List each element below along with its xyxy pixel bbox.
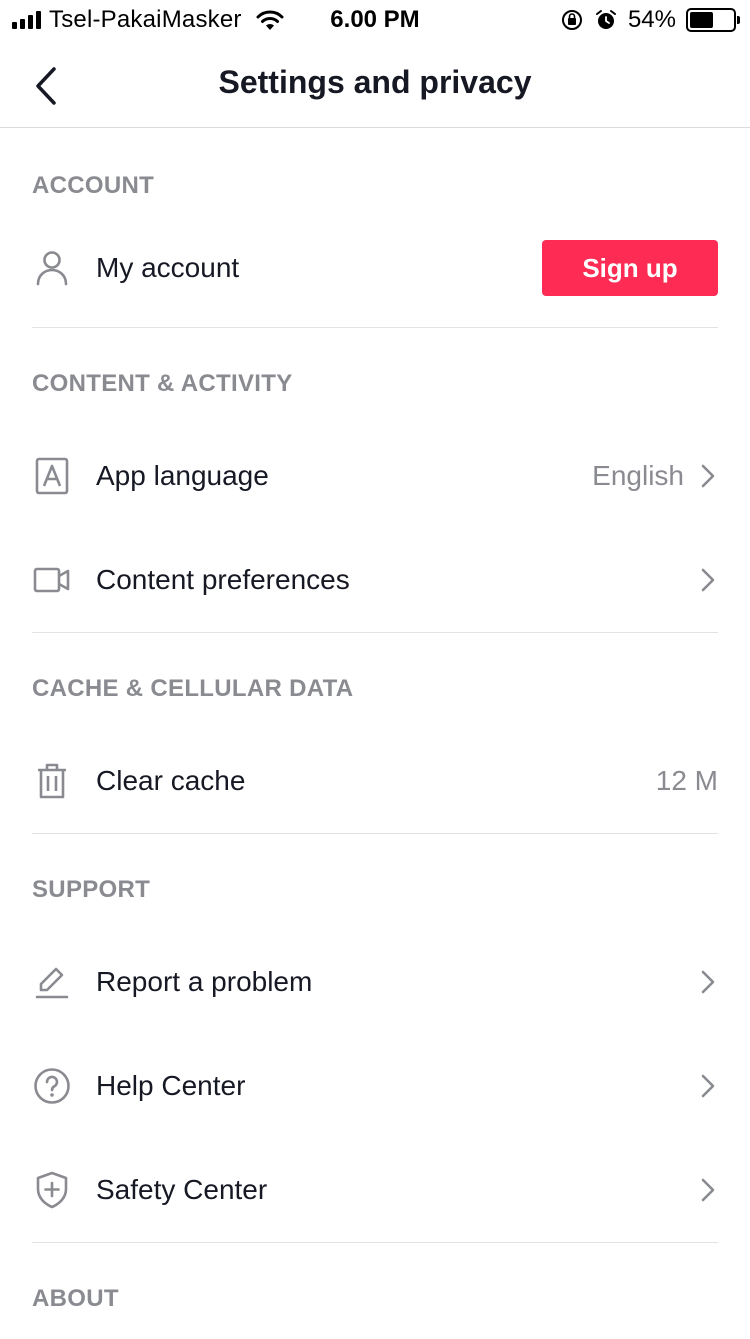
chevron-right-icon bbox=[698, 462, 718, 490]
report-problem-label: Report a problem bbox=[96, 966, 313, 997]
chevron-right-icon bbox=[698, 968, 718, 996]
row-app-language[interactable]: App language English bbox=[0, 424, 750, 528]
battery-percent: 54% bbox=[627, 6, 676, 33]
section-header-support: SUPPORT bbox=[32, 876, 151, 903]
person-icon bbox=[32, 248, 72, 288]
row-clear-cache[interactable]: Clear cache 12 M bbox=[0, 729, 750, 833]
battery-icon bbox=[686, 8, 740, 32]
content-preferences-label: Content preferences bbox=[96, 564, 350, 595]
app-language-value: English bbox=[592, 460, 684, 491]
settings-list: ACCOUNT My account Sign up CONTENT & ACT… bbox=[0, 128, 750, 1339]
battery-fill bbox=[690, 12, 713, 28]
chevron-right-icon bbox=[698, 1072, 718, 1100]
safety-center-label: Safety Center bbox=[96, 1174, 268, 1205]
status-bar-right: 54% bbox=[560, 6, 740, 34]
row-my-account[interactable]: My account Sign up bbox=[0, 208, 750, 328]
help-center-label: Help Center bbox=[96, 1070, 246, 1101]
row-safety-center[interactable]: Safety Center bbox=[0, 1138, 750, 1242]
chevron-right-icon bbox=[698, 566, 718, 594]
orientation-lock-icon bbox=[561, 10, 582, 30]
section-header-cache: CACHE & CELLULAR DATA bbox=[32, 675, 354, 702]
page-title: Settings and privacy bbox=[218, 64, 532, 100]
navigation-bar: Settings and privacy bbox=[0, 40, 750, 128]
section-header-about: ABOUT bbox=[32, 1285, 119, 1312]
row-content-preferences[interactable]: Content preferences bbox=[0, 528, 750, 632]
cache-size-value: 12 M bbox=[655, 765, 718, 796]
video-camera-icon bbox=[32, 560, 72, 600]
row-report-problem[interactable]: Report a problem bbox=[0, 930, 750, 1034]
language-icon bbox=[32, 456, 72, 496]
alarm-icon bbox=[595, 10, 616, 29]
clear-cache-label: Clear cache bbox=[96, 765, 246, 796]
app-language-label: App language bbox=[96, 460, 269, 491]
section-header-content-activity: CONTENT & ACTIVITY bbox=[32, 370, 293, 397]
status-bar: Tsel-PakaiMasker 6.00 PM 54% bbox=[0, 0, 750, 40]
chevron-right-icon bbox=[698, 1176, 718, 1204]
pencil-icon bbox=[32, 962, 72, 1002]
row-help-center[interactable]: Help Center bbox=[0, 1034, 750, 1138]
trash-icon bbox=[32, 761, 72, 801]
shield-plus-icon bbox=[32, 1170, 72, 1210]
sign-up-button[interactable]: Sign up bbox=[542, 240, 718, 296]
question-circle-icon bbox=[32, 1066, 72, 1106]
my-account-label: My account bbox=[96, 252, 240, 283]
